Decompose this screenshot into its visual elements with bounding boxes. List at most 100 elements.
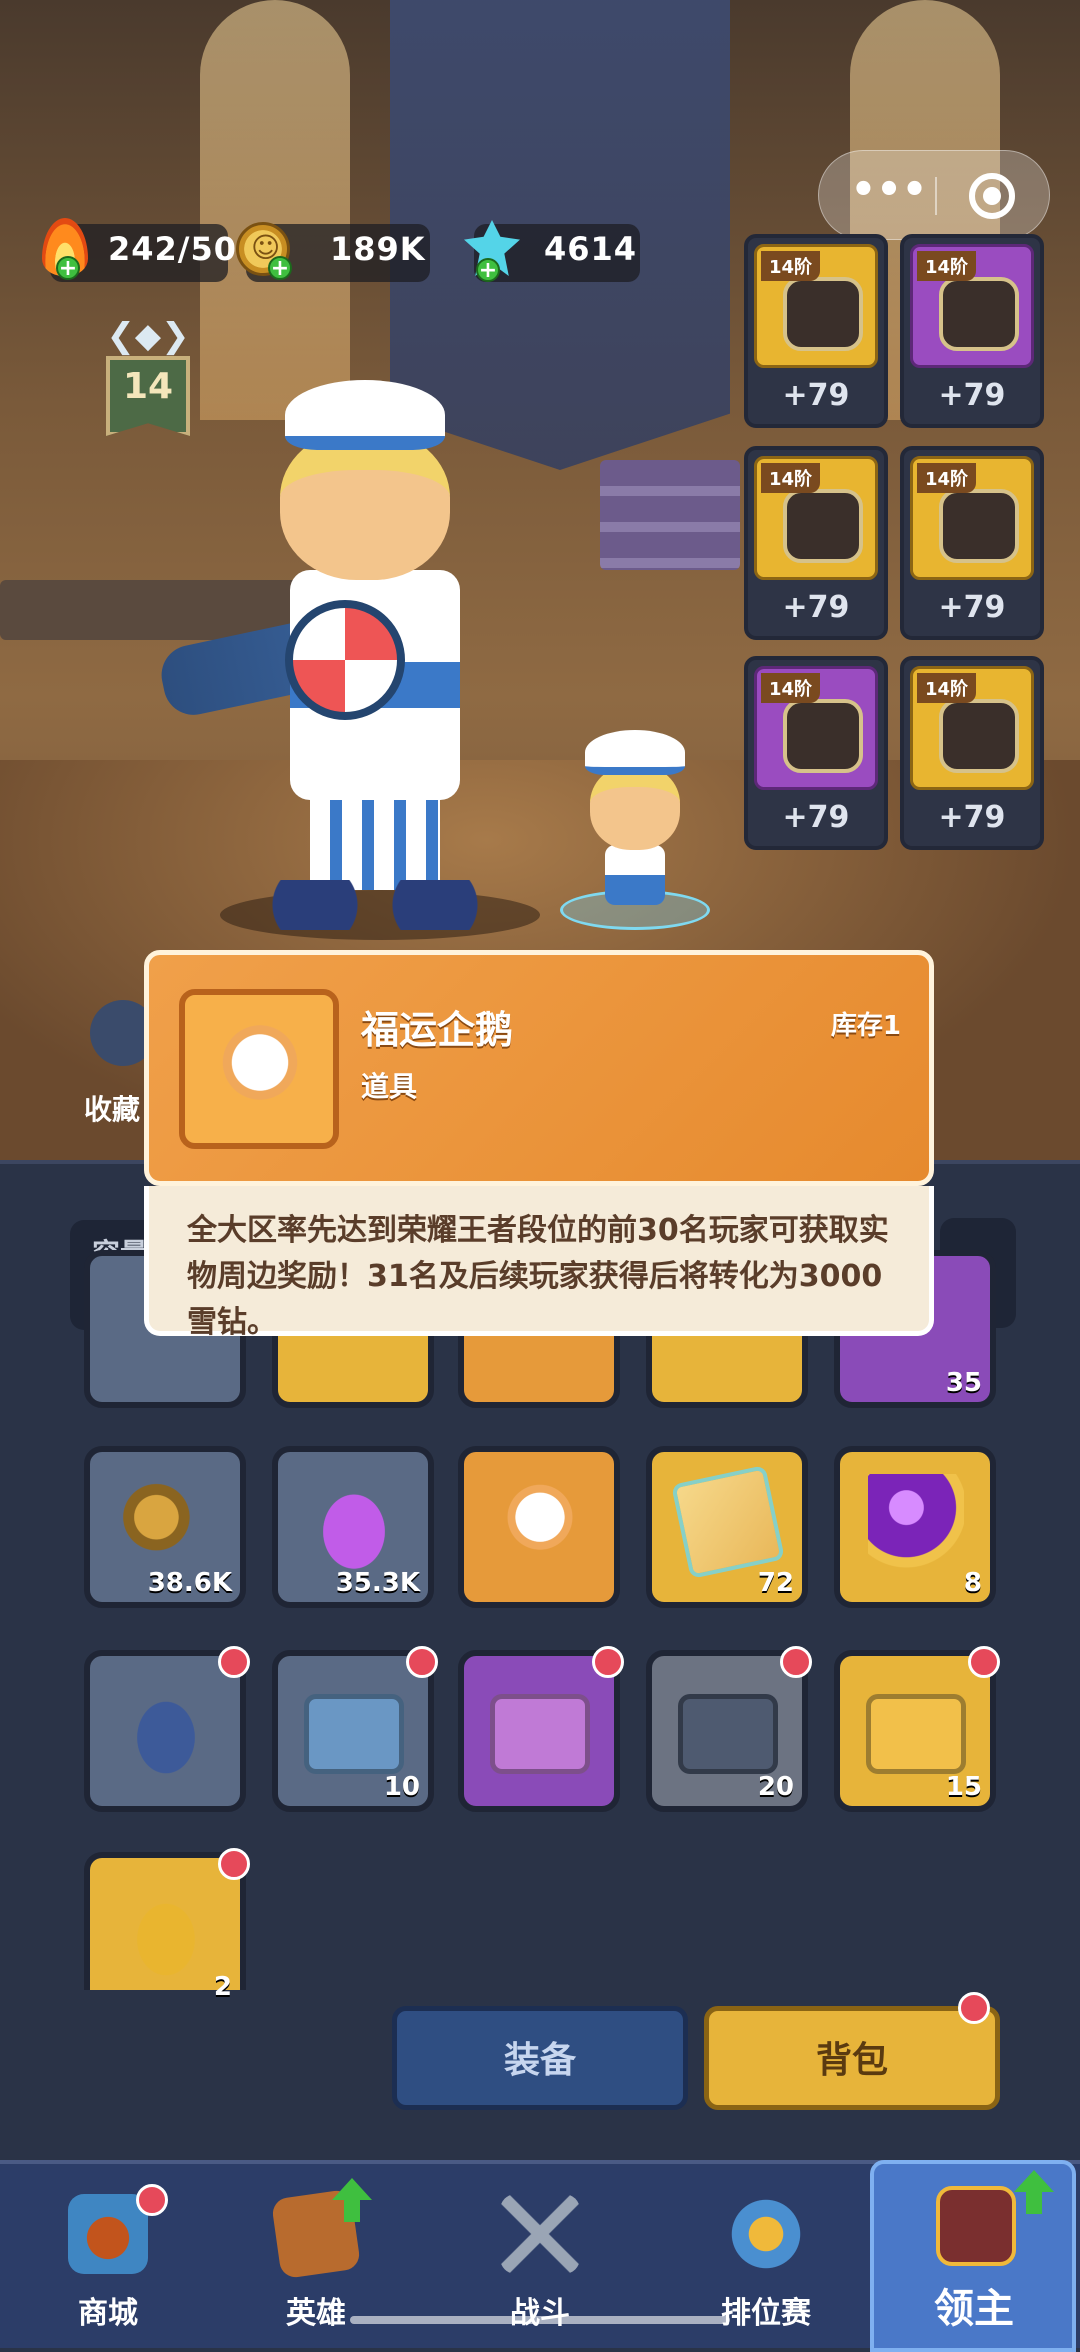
enhance-level: +79 [938, 800, 1006, 835]
item-name: 福运企鹅 [361, 1008, 514, 1052]
item-detail-popup: 福运企鹅 道具 库存1 全大区率先达到荣耀王者段位的前30名玩家可获取实物周边奖… [144, 950, 934, 1390]
inventory-slot[interactable] [84, 1646, 250, 1812]
hero-character[interactable] [156, 370, 520, 930]
equipment-art: 14阶 [754, 456, 878, 580]
add-gold-icon[interactable]: + [268, 256, 292, 280]
pet-body [605, 845, 665, 905]
lifebuoy-shield [285, 600, 405, 720]
hero-legs [310, 800, 440, 890]
nav-label: 英雄 [286, 2296, 346, 2331]
popup-item-icon-frame [179, 989, 339, 1149]
boots-icon [783, 489, 863, 563]
inventory-slot[interactable] [458, 1646, 624, 1812]
crossed-swords-icon [500, 2194, 580, 2274]
item-count: 38.6K [147, 1568, 232, 1598]
item-count: 10 [383, 1772, 420, 1802]
blue-chest-icon [304, 1694, 404, 1774]
equipment-slot[interactable]: 14阶 +79 [744, 446, 888, 640]
tab-equipment[interactable]: 装备 [392, 2006, 688, 2110]
nav-lord[interactable]: 领主 [870, 2160, 1076, 2352]
inventory-slot[interactable]: 8 [834, 1446, 996, 1608]
equipment-slot[interactable]: 14阶 +79 [744, 234, 888, 428]
purple-chest-icon [490, 1694, 590, 1774]
equipment-art: 14阶 [754, 244, 878, 368]
gold-counter[interactable]: + 189K [236, 222, 430, 282]
item-count: 2 [213, 1972, 232, 2002]
lord-banner-icon [936, 2186, 1016, 2266]
notification-dot [780, 1646, 812, 1678]
stamina-counter[interactable]: + 242/50 [42, 218, 236, 282]
item-stock: 库存1 [830, 1011, 901, 1041]
pet-hat [585, 730, 685, 775]
upgrade-arrow-icon [1014, 2170, 1054, 2214]
gold-bag-icon [118, 1880, 214, 1976]
notification-dot [968, 1646, 1000, 1678]
mystery-bag-icon [118, 1678, 214, 1774]
gauntlet-icon [939, 489, 1019, 563]
notification-dot [218, 1646, 250, 1678]
item-count: 72 [757, 1568, 794, 1598]
equipment-slot[interactable]: 14阶 +79 [900, 446, 1044, 640]
pet-head [590, 765, 680, 850]
skirt-icon [939, 699, 1019, 773]
collect-label: 收藏 [84, 1093, 141, 1126]
inventory-slot[interactable]: 72 [646, 1446, 808, 1608]
enhance-level: +79 [938, 378, 1006, 413]
sailor-hat [285, 380, 445, 450]
tier-label: 14阶 [761, 673, 821, 703]
add-gem-icon[interactable]: + [476, 258, 500, 282]
item-type: 道具 [361, 1070, 418, 1103]
more-icon[interactable]: ••• [849, 170, 929, 217]
add-stamina-icon[interactable]: + [56, 256, 80, 280]
equipment-slot[interactable]: 14阶 +79 [900, 234, 1044, 428]
ticket-icon [671, 1465, 785, 1579]
item-count: 20 [757, 1772, 794, 1802]
level-number: 14 [122, 366, 174, 407]
stamina-value: 242/50 [108, 230, 238, 268]
nav-shop[interactable]: 商城 [8, 2164, 208, 2352]
gem-counter[interactable]: + 4614 [464, 220, 640, 282]
inventory-slot[interactable]: 35.3K [272, 1446, 434, 1608]
player-level-badge[interactable]: ❮◆❯ 14 [92, 316, 204, 436]
books-decor [600, 460, 740, 570]
equipment-slot[interactable]: 14阶 +79 [744, 656, 888, 850]
purple-orb-icon [868, 1474, 964, 1570]
purple-slime-icon [306, 1474, 402, 1570]
helmet-icon [783, 277, 863, 351]
pet-character[interactable] [560, 720, 710, 930]
hero-shoes [255, 880, 495, 930]
nav-label: 战斗 [510, 2296, 570, 2331]
tier-label: 14阶 [761, 251, 821, 281]
notification-dot [218, 1848, 250, 1880]
nav-label: 排位赛 [721, 2296, 811, 2331]
inventory-slot-selected[interactable] [458, 1446, 620, 1608]
notification-dot [406, 1646, 438, 1678]
item-count: 15 [945, 1772, 982, 1802]
miniprogram-capsule: ••• [818, 150, 1050, 240]
item-count: 35.3K [335, 1568, 420, 1598]
gold-value: 189K [330, 230, 426, 268]
inventory-slot[interactable]: 15 [834, 1646, 1000, 1812]
item-count: 8 [963, 1568, 982, 1598]
gem-value: 4614 [544, 230, 638, 268]
close-target-icon[interactable] [969, 173, 1015, 219]
tier-label: 14阶 [917, 251, 977, 281]
rank-shield-icon [726, 2194, 806, 2274]
shoulder-icon [783, 699, 863, 773]
inventory-slot[interactable]: 38.6K [84, 1446, 246, 1608]
inventory-slot[interactable]: 2 [84, 1848, 250, 2002]
enhance-level: +79 [782, 378, 850, 413]
equipment-art: 14阶 [910, 244, 1034, 368]
tab-backpack[interactable]: 背包 [704, 2006, 1000, 2110]
inventory-slot[interactable]: 10 [272, 1646, 438, 1812]
tier-label: 14阶 [917, 673, 977, 703]
lucky-penguin-icon [492, 1474, 588, 1570]
notification-dot [592, 1646, 624, 1678]
inventory-slot[interactable]: 20 [646, 1646, 812, 1812]
equipment-slot[interactable]: 14阶 +79 [900, 656, 1044, 850]
gray-chest-icon [678, 1694, 778, 1774]
tier-label: 14阶 [761, 463, 821, 493]
lucky-penguin-icon [205, 1013, 315, 1123]
enhance-level: +79 [782, 800, 850, 835]
enhance-level: +79 [782, 590, 850, 625]
